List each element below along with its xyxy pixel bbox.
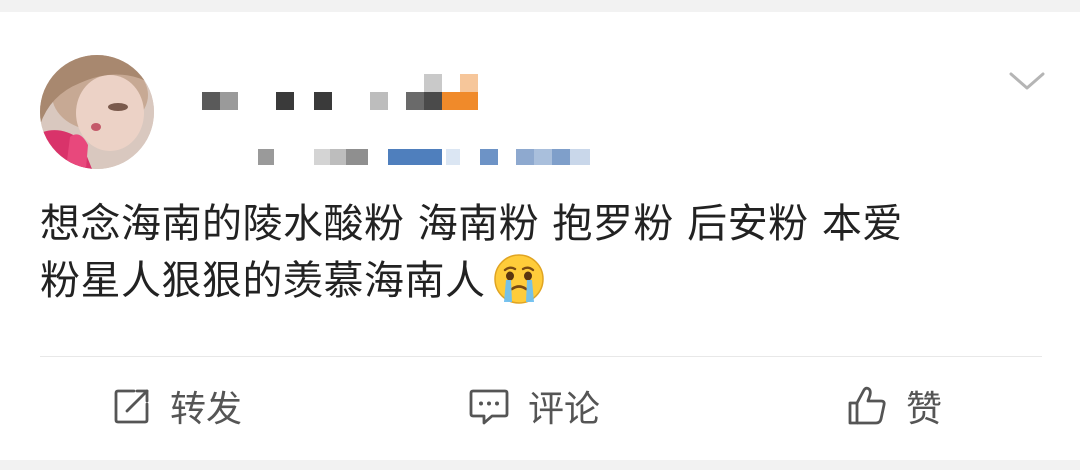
avatar-image — [40, 55, 154, 169]
post-content: 想念海南的陵水酸粉 海南粉 抱罗粉 后安粉 本爱 粉星人狠狠的羡慕海南人 — [40, 196, 1030, 309]
comment-icon — [469, 389, 509, 425]
like-label: 赞 — [906, 389, 943, 430]
repost-icon — [114, 389, 149, 424]
like-button[interactable]: 赞 — [846, 380, 942, 432]
divider — [40, 356, 1042, 357]
post-card: 想念海南的陵水酸粉 海南粉 抱罗粉 后安粉 本爱 粉星人狠狠的羡慕海南人 转发 — [0, 12, 1080, 460]
post-text-line-1: 想念海南的陵水酸粉 海南粉 抱罗粉 后安粉 本爱 — [40, 201, 903, 247]
chevron-down-icon[interactable] — [1008, 68, 1046, 94]
comment-button[interactable]: 评论 — [468, 380, 600, 432]
repost-label: 转发 — [170, 389, 243, 430]
crying-face-icon — [492, 252, 546, 306]
thumbs-up-icon — [848, 386, 886, 425]
avatar[interactable] — [40, 55, 154, 169]
comment-label: 评论 — [528, 389, 601, 430]
post-text-line-2-text: 粉星人狠狠的羡慕海南人 — [40, 258, 486, 304]
post-text-line-2: 粉星人狠狠的羡慕海南人 — [40, 252, 1030, 309]
repost-button[interactable]: 转发 — [112, 380, 242, 432]
